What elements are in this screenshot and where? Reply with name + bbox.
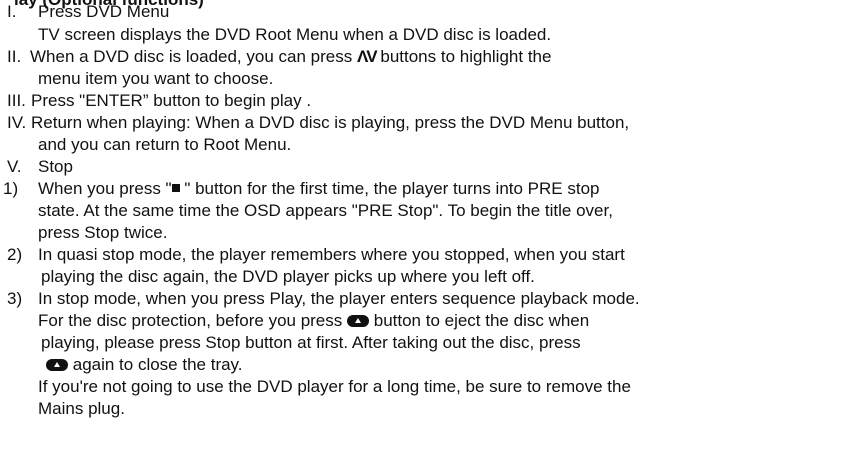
step-3-text: Press "ENTER” button to begin play . xyxy=(31,91,312,110)
step-2-text-b: buttons to highlight the xyxy=(380,47,552,66)
step-2-number: II. xyxy=(7,47,22,66)
eject-button-icon xyxy=(347,315,369,327)
substep-3-cont-2-text: playing, please press Stop button at fir… xyxy=(41,333,581,352)
step-4-number: IV. xyxy=(7,113,27,132)
note-line-2-text: Mains plug. xyxy=(38,399,125,418)
substep-2-text: In quasi stop mode, the player remembers… xyxy=(38,245,625,264)
step-4-text: Return when playing: When a DVD disc is … xyxy=(31,113,630,132)
substep-1-cont-2-text: press Stop twice. xyxy=(38,223,168,242)
eject-button-icon xyxy=(46,359,68,371)
substep-1-number: 1) xyxy=(3,179,19,198)
substep-3-cont-3-text: again to close the tray. xyxy=(46,354,243,376)
step-5-title: Stop xyxy=(38,157,73,176)
up-down-arrow-icon: ΛV xyxy=(356,47,378,66)
step-5-number: V. xyxy=(7,157,22,176)
step-2-text-a: When a DVD disc is loaded, you can press xyxy=(30,47,353,66)
substep-3-cont-1-text: For the disc protection, before you pres… xyxy=(38,310,589,332)
substep-3-cont-1-text-b: button to eject the disc when xyxy=(373,311,590,330)
step-4-cont-text: and you can return to Root Menu. xyxy=(38,135,292,154)
substep-3-cont-3-text-b: again to close the tray. xyxy=(72,355,243,374)
substep-3-cont-1-text-a: For the disc protection, before you pres… xyxy=(38,311,343,330)
substep-1-text-b: " button for the first time, the player … xyxy=(179,179,600,198)
substep-3-text: In stop mode, when you press Play, the p… xyxy=(38,289,640,308)
step-2-cont-text: menu item you want to choose. xyxy=(38,69,274,88)
step-2-text: When a DVD disc is loaded, you can press… xyxy=(30,46,551,68)
step-1-number: I. xyxy=(7,2,17,21)
substep-1-cont-1-text: state. At the same time the OSD appears … xyxy=(38,201,613,220)
substep-2-number: 2) xyxy=(7,245,23,264)
substep-2-cont-text: playing the disc again, the DVD player p… xyxy=(41,267,535,286)
step-1-desc-text: TV screen displays the DVD Root Menu whe… xyxy=(38,25,552,44)
stop-square-icon xyxy=(171,184,180,192)
substep-1-text: When you press " " button for the first … xyxy=(38,178,600,200)
step-3-number: III. xyxy=(7,91,26,110)
substep-3-number: 3) xyxy=(7,289,23,308)
step-1-title: Press DVD Menu xyxy=(38,2,170,21)
note-line-1-text: If you're not going to use the DVD playe… xyxy=(38,377,631,396)
substep-1-text-a: When you press " xyxy=(38,179,172,198)
